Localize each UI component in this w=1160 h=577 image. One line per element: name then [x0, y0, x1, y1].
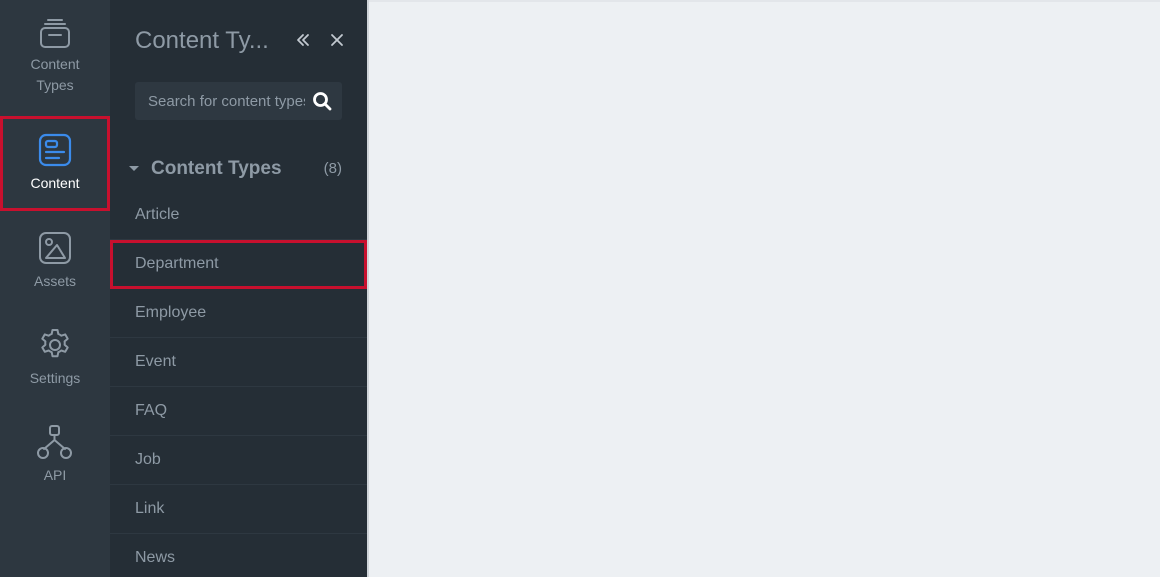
list-item-label: Job	[135, 451, 161, 468]
content-type-item-news[interactable]: News	[110, 534, 367, 577]
nav-item-content-types[interactable]: Content Types	[0, 0, 110, 94]
list-item-label: FAQ	[135, 402, 168, 419]
content-types-group-toggle[interactable]: Content Types (8)	[128, 154, 342, 184]
content-type-item-department[interactable]: Department	[110, 240, 367, 289]
collapse-panel-button[interactable]	[290, 26, 316, 54]
nav-item-api[interactable]: API	[0, 408, 110, 502]
search-button[interactable]	[310, 89, 334, 113]
search-box	[135, 82, 342, 120]
search-input[interactable]	[135, 82, 305, 120]
nav-item-label: Content	[30, 175, 80, 191]
list-item-label: News	[135, 549, 176, 566]
panel-title: Content Ty...	[135, 27, 269, 54]
double-chevron-left-icon	[297, 34, 309, 46]
content-types-panel: Content Ty... Search for content types C…	[110, 0, 367, 577]
content-types-icon	[37, 16, 73, 50]
content-type-item-article[interactable]: Article	[110, 191, 367, 240]
content-icon	[37, 132, 73, 168]
main-top-border	[369, 0, 1160, 2]
nav-item-content[interactable]: Content	[0, 116, 110, 211]
content-type-list: Article Department Employee Event FAQ Jo…	[110, 191, 367, 577]
assets-icon	[37, 230, 73, 266]
settings-icon	[37, 327, 73, 363]
list-item-label: Article	[135, 206, 180, 223]
caret-down-icon	[129, 166, 139, 171]
content-type-item-event[interactable]: Event	[110, 338, 367, 387]
nav-item-assets[interactable]: Assets	[0, 214, 110, 308]
content-type-item-faq[interactable]: FAQ	[110, 387, 367, 436]
nav-item-label: Content Types	[30, 56, 80, 93]
main-content-area	[369, 0, 1160, 577]
group-label: Content Types	[151, 158, 282, 179]
group-count: (8)	[323, 160, 342, 177]
nav-item-label: Assets	[33, 273, 76, 289]
content-type-item-job[interactable]: Job	[110, 436, 367, 485]
nav-item-settings[interactable]: Settings	[0, 311, 110, 405]
close-icon	[331, 34, 343, 46]
nav-item-label: API	[43, 467, 67, 483]
nav-item-label: Settings	[29, 370, 81, 386]
list-item-label: Link	[135, 500, 165, 517]
app-window: Content Types Content Assets Settings AP…	[0, 0, 1160, 577]
content-type-item-link[interactable]: Link	[110, 485, 367, 534]
list-item-label: Department	[135, 255, 219, 272]
list-item-label: Employee	[135, 304, 207, 321]
close-panel-button[interactable]	[324, 26, 350, 54]
main-nav-rail: Content Types Content Assets Settings AP…	[0, 0, 110, 577]
content-type-item-employee[interactable]: Employee	[110, 289, 367, 338]
list-item-label: Event	[135, 353, 176, 370]
api-icon	[37, 424, 73, 460]
search-icon	[313, 92, 332, 111]
